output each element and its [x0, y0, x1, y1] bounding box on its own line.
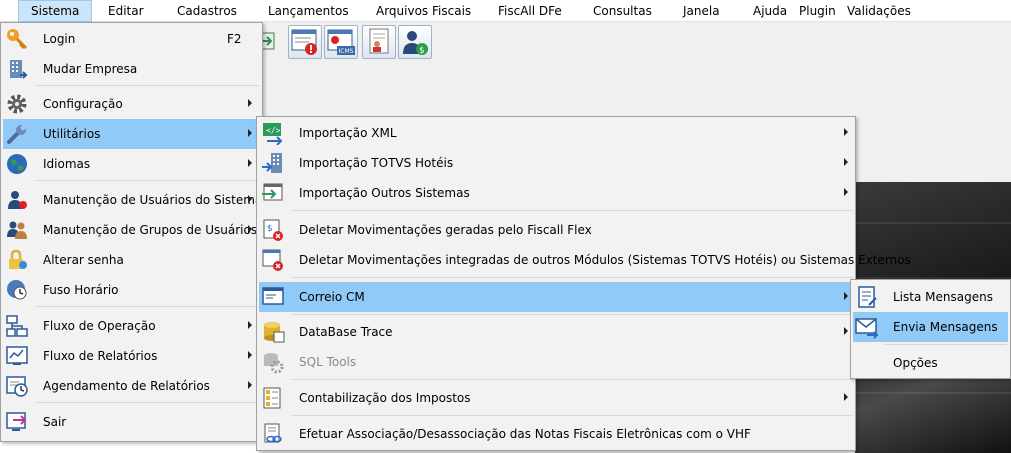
user-icon: [5, 188, 29, 212]
submenu-arrow: [248, 225, 252, 233]
separator: [291, 210, 853, 211]
submenu-arrow: [248, 381, 252, 389]
menu-sistema[interactable]: Sistema: [18, 0, 93, 22]
menu-item-envia-mensagens[interactable]: Envia Mensagens: [853, 312, 1008, 342]
menubar: Sistema Editar Cadastros Lançamentos Arq…: [0, 0, 1011, 22]
submenu-arrow: [844, 158, 848, 166]
utilitarios-submenu: </> Importação XML Importação TOTVS Hoté…: [256, 116, 911, 451]
submenu-arrow: [248, 195, 252, 203]
accounting-icon: [261, 386, 285, 410]
icms-icon[interactable]: ICMS: [324, 25, 358, 59]
menu-item-correio-cm[interactable]: Correio CM: [259, 282, 853, 312]
menu-item-utilitarios[interactable]: Utilitários: [3, 119, 260, 149]
key-icon: [5, 27, 29, 51]
menu-item-manutencao-grupos[interactable]: Manutenção de Grupos de Usuários: [3, 215, 260, 245]
xml-import-icon: </>: [261, 121, 285, 146]
building-icon: [5, 57, 29, 81]
delete-window-icon: [261, 248, 285, 272]
menu-item-importacao-xml[interactable]: </> Importação XML: [259, 118, 853, 148]
svg-text:</>: </>: [266, 126, 281, 135]
submenu-arrow: [248, 321, 252, 329]
link-doc-icon: [261, 422, 285, 446]
globe-icon: [5, 152, 29, 176]
sql-gear-icon: [261, 350, 285, 374]
separator: [885, 344, 1007, 345]
svg-text:ICMS: ICMS: [339, 48, 354, 55]
menu-item-database-trace[interactable]: DataBase Trace: [259, 317, 853, 347]
submenu-arrow: [844, 393, 848, 401]
mail-window-icon: [261, 285, 285, 309]
message-list-icon: [855, 285, 879, 309]
separator: [291, 277, 853, 278]
user-money-icon[interactable]: $: [398, 25, 432, 59]
menu-item-opcoes[interactable]: Opções: [853, 348, 1008, 378]
flowchart-icon: [5, 314, 29, 338]
menu-item-contabilizacao-impostos[interactable]: Contabilização dos Impostos: [259, 383, 853, 413]
menu-item-sql-tools[interactable]: SQL Tools: [259, 347, 853, 377]
separator: [35, 402, 259, 403]
submenu-arrow: [248, 159, 252, 167]
menu-cadastros[interactable]: Cadastros: [177, 0, 237, 22]
schedule-icon: [5, 374, 29, 398]
alert-window-icon[interactable]: [288, 25, 322, 59]
menu-janela[interactable]: Janela: [683, 0, 720, 22]
menu-item-manutencao-usuarios[interactable]: Manutenção de Usuários do Sistema: [3, 185, 262, 215]
svg-text:$: $: [267, 224, 273, 234]
menu-editar[interactable]: Editar: [108, 0, 144, 22]
window-import-icon: [261, 181, 285, 205]
separator: [291, 379, 853, 380]
menu-validacoes[interactable]: Validações: [847, 0, 911, 22]
menu-item-alterar-senha[interactable]: Alterar senha: [3, 245, 260, 275]
correio-cm-submenu: Lista Mensagens Envia Mensagens Opções: [850, 279, 1011, 379]
separator: [35, 85, 259, 86]
lock-icon: [5, 248, 29, 272]
menu-consultas[interactable]: Consultas: [593, 0, 652, 22]
user-document-icon[interactable]: [362, 25, 396, 59]
menu-item-agendamento-relatorios[interactable]: Agendamento de Relatórios: [3, 371, 260, 401]
menu-item-associacao-nfe-vhf[interactable]: Efetuar Associação/Desassociação das Not…: [259, 419, 853, 449]
svg-text:$: $: [419, 46, 425, 56]
separator: [35, 180, 259, 181]
menu-item-fluxo-relatorios[interactable]: Fluxo de Relatórios: [3, 341, 260, 371]
delete-doc-icon: $: [261, 218, 285, 242]
menu-lancamentos[interactable]: Lançamentos: [268, 0, 349, 22]
menu-item-importacao-outros-sistemas[interactable]: Importação Outros Sistemas: [259, 178, 853, 208]
gear-icon: [5, 92, 29, 116]
submenu-arrow: [844, 188, 848, 196]
send-mail-icon: [855, 315, 879, 339]
menu-item-login[interactable]: Login F2: [3, 24, 260, 54]
toolbar: ICMS $: [259, 22, 1011, 64]
exit-icon: [5, 410, 29, 434]
menu-plugin[interactable]: Plugin: [799, 0, 836, 22]
menu-item-deletar-movimentacoes-integradas[interactable]: Deletar Movimentações integradas de outr…: [259, 245, 911, 275]
separator: [291, 314, 853, 315]
separator: [35, 306, 259, 307]
menu-item-importacao-totvs-hoteis[interactable]: Importação TOTVS Hotéis: [259, 148, 853, 178]
menu-item-fluxo-operacao[interactable]: Fluxo de Operação: [3, 311, 260, 341]
menu-item-sair[interactable]: Sair: [3, 407, 260, 437]
menu-item-mudar-empresa[interactable]: Mudar Empresa: [3, 54, 260, 84]
menu-item-fuso-horario[interactable]: Fuso Horário: [3, 275, 260, 305]
users-icon: [5, 218, 29, 242]
submenu-arrow: [844, 292, 848, 300]
submenu-arrow: [844, 327, 848, 335]
submenu-arrow: [248, 129, 252, 137]
menu-arquivos-fiscais[interactable]: Arquivos Fiscais: [376, 0, 471, 22]
menu-item-idiomas[interactable]: Idiomas: [3, 149, 260, 179]
report-flow-icon: [5, 344, 29, 368]
menu-item-deletar-movimentacoes-fiscall[interactable]: $ Deletar Movimentações geradas pelo Fis…: [259, 215, 853, 245]
menu-fiscall-dfe[interactable]: FiscAll DFe: [498, 0, 562, 22]
database-icon: [261, 320, 285, 344]
menu-item-configuracao[interactable]: Configuração: [3, 89, 260, 119]
submenu-arrow: [248, 351, 252, 359]
wrench-icon: [5, 122, 29, 146]
menu-item-lista-mensagens[interactable]: Lista Mensagens: [853, 282, 1008, 312]
hotel-import-icon: [261, 151, 285, 175]
separator: [291, 415, 853, 416]
submenu-arrow: [844, 128, 848, 136]
submenu-arrow: [248, 99, 252, 107]
clock-globe-icon: [5, 278, 29, 302]
sistema-menu: Login F2 Mudar Empresa Configuração Util…: [0, 22, 263, 442]
menu-ajuda[interactable]: Ajuda: [753, 0, 787, 22]
